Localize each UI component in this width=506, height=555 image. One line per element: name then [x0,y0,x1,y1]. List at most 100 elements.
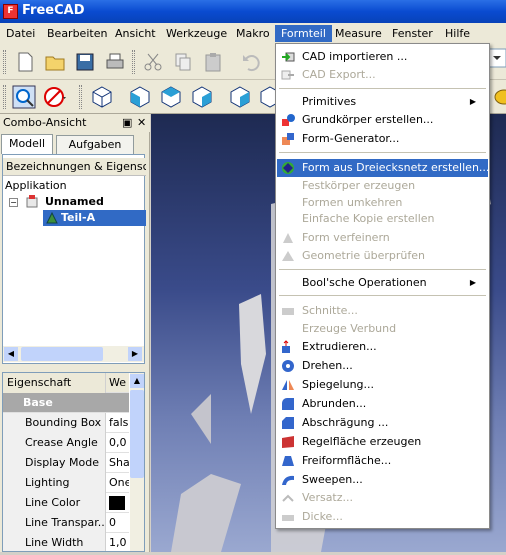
scroll-thumb[interactable] [130,390,144,478]
isometric-view-icon[interactable] [90,85,114,109]
copy-icon[interactable] [172,51,194,73]
revolve-icon [282,360,294,372]
menu-fenster[interactable]: Fenster [386,25,439,42]
menu-item-form-aus-dreiecksnetz[interactable]: Form aus Dreiecksnetz erstellen... [277,159,489,177]
close-panel-icon[interactable]: ✕ [137,114,146,132]
mesh-shape-icon [282,162,294,174]
menu-item-extrudieren[interactable]: Extrudieren... [277,338,488,356]
menu-item-freiformflaeche[interactable]: Freiformfläche... [277,452,488,470]
menu-item-erzeuge-verbund[interactable]: Erzeuge Verbund [277,320,488,338]
right-view-icon[interactable] [190,85,214,109]
float-panel-icon[interactable]: ▣ [122,114,132,132]
menu-measure[interactable]: Measure [329,25,388,42]
scroll-up-icon[interactable]: ▲ [130,374,144,388]
prop-crease-angle-value[interactable]: 0,0 [107,433,129,453]
prop-line-transparency: Line Transpar... [3,513,106,533]
property-vertical-scrollbar[interactable]: ▲ [130,373,144,551]
menu-bearbeiten[interactable]: Bearbeiten [41,25,113,42]
scroll-right-icon[interactable]: ▶ [128,347,142,361]
print-icon[interactable] [104,51,126,73]
prop-display-mode-value[interactable]: Sha [107,453,129,473]
workbench-dropdown-icon[interactable] [488,47,506,69]
menu-item-versatz[interactable]: Versatz... [277,489,488,507]
menu-makro[interactable]: Makro [230,25,276,42]
toolbar-grip[interactable] [79,85,82,109]
menu-separator [279,295,486,296]
toolbar-grip[interactable] [3,85,6,109]
prop-group-base: Base [23,396,53,409]
menu-item-cad-importieren[interactable]: CAD importieren ... [277,48,488,66]
prop-line-transparency-value[interactable]: 0 [107,513,129,533]
chamfer-icon [282,417,294,429]
menu-item-dicke[interactable]: Dicke... [277,508,488,526]
menu-item-primitives[interactable]: Primitives ▶ [277,93,488,111]
prop-line-color-value[interactable] [107,493,129,513]
menu-datei[interactable]: Datei [0,25,41,42]
prop-col-value: We [109,376,126,389]
check-geometry-icon [282,251,294,261]
prop-line-color: Line Color [3,493,106,513]
formteil-menu: CAD importieren ... CAD Export... Primit… [275,43,490,529]
menu-item-form-generator[interactable]: Form-Generator... [277,130,488,148]
front-view-icon[interactable] [128,85,152,109]
bottom-view-icon[interactable] [258,85,276,109]
prop-bounding-box-value[interactable]: fals [107,413,129,433]
cut-icon[interactable] [142,51,164,73]
paste-icon[interactable] [202,51,224,73]
top-view-icon[interactable] [159,85,183,109]
part-feature-icon [45,211,59,225]
menu-item-schnitte[interactable]: Schnitte... [277,302,488,320]
tab-modell[interactable]: Modell [1,134,53,154]
prop-line-width-value[interactable]: 1,0 [107,533,129,551]
scroll-left-icon[interactable]: ◀ [4,347,18,361]
menu-ansicht[interactable]: Ansicht [109,25,162,42]
menu-item-grundkoerper[interactable]: Grundkörper erstellen... [277,111,488,129]
mirror-icon [282,380,294,390]
tree-item-teil-a[interactable]: Teil-A [43,210,146,226]
menu-item-einfache-kopie[interactable]: Einfache Kopie erstellen [277,210,488,228]
open-folder-icon[interactable] [44,51,66,73]
menu-item-abschraegung[interactable]: Abschrägung ... [277,414,488,432]
tree-document-unnamed[interactable]: Unnamed [45,194,104,210]
menu-item-form-verfeinern[interactable]: Form verfeinern [277,229,488,247]
menu-werkzeuge[interactable]: Werkzeuge [160,25,233,42]
menu-item-geometrie-pruefen[interactable]: Geometrie überprüfen [277,247,488,265]
menu-item-boolsche-operationen[interactable]: Bool'sche Operationen ▶ [277,274,488,292]
prop-display-mode: Display Mode [3,453,106,473]
tree-horizontal-scrollbar[interactable]: ◀ ▶ [3,346,144,362]
freecad-logo-icon: F [3,4,18,19]
save-icon[interactable] [74,51,96,73]
rear-view-icon[interactable] [228,85,252,109]
menu-item-abrunden[interactable]: Abrunden... [277,395,488,413]
thickness-icon [282,515,294,521]
refine-icon [283,233,293,243]
menu-item-spiegelung[interactable]: Spiegelung... [277,376,488,394]
sweep-icon [282,475,294,485]
prop-lighting: Lighting [3,473,106,493]
prop-lighting-value[interactable]: One [107,473,129,493]
measure-icon[interactable] [494,85,506,109]
toolbar-grip[interactable] [3,50,6,74]
toolbar-grip[interactable] [132,50,135,74]
fit-all-icon[interactable] [12,85,36,109]
menu-item-sweepen[interactable]: Sweepen... [277,471,488,489]
scroll-thumb[interactable] [21,347,103,361]
menu-item-festkoerper[interactable]: Festkörper erzeugen [277,177,488,195]
menu-formteil[interactable]: Formteil [275,25,332,42]
undo-icon[interactable] [240,51,262,73]
combo-view-panel: Combo-Ansicht ▣ ✕ Modell Aufgaben Bezeic… [0,114,150,552]
submenu-arrow-icon: ▶ [469,97,476,106]
menu-hilfe[interactable]: Hilfe [439,25,476,42]
color-swatch[interactable] [109,496,125,510]
menu-item-regelflaeche[interactable]: Regelfläche erzeugen [277,433,488,451]
new-document-icon[interactable] [14,51,36,73]
tab-aufgaben[interactable]: Aufgaben [56,135,134,154]
offset-icon [282,494,294,502]
menu-item-cad-export[interactable]: CAD Export... [277,66,488,84]
draw-style-icon[interactable] [43,85,67,109]
collapse-toggle-icon[interactable]: − [9,194,18,210]
submenu-arrow-icon: ▶ [469,278,476,287]
window-title: FreeCAD [22,3,85,18]
prop-col-name: Eigenschaft [3,373,106,393]
menu-item-drehen[interactable]: Drehen... [277,357,488,375]
